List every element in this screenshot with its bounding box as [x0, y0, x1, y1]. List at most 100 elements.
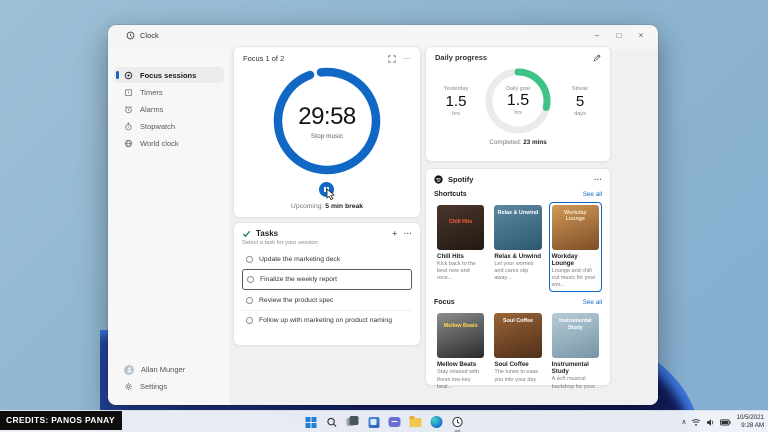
- user-account-item[interactable]: Allan Munger: [114, 361, 224, 378]
- wifi-icon: [691, 418, 701, 427]
- task-radio[interactable]: [246, 256, 253, 263]
- globe-icon: [124, 139, 133, 148]
- add-task-icon[interactable]: +: [392, 230, 397, 238]
- album-art: Relax & Unwind: [494, 205, 541, 250]
- edit-pencil-icon[interactable]: [593, 54, 601, 62]
- avatar: [124, 365, 134, 375]
- shortcuts-see-all-link[interactable]: See all: [583, 191, 602, 198]
- album-art: Soul Coffee: [494, 313, 541, 358]
- spotify-logo-icon: [434, 175, 443, 184]
- daily-goal-ring: Daily goal 1.5 hrs: [482, 65, 554, 137]
- gear-icon: [124, 382, 133, 391]
- app-title-label: Clock: [140, 31, 159, 40]
- stat-yesterday: Yesterday 1.5 hrs: [437, 86, 475, 117]
- task-view-icon[interactable]: [346, 415, 360, 429]
- mouse-cursor: [326, 188, 336, 200]
- spotify-more-icon[interactable]: ···: [594, 176, 602, 184]
- clock-app-window: Clock – □ × Focus sessions Timers: [108, 25, 658, 405]
- task-row[interactable]: Review the product spec: [242, 290, 412, 310]
- tray-clock[interactable]: 10/5/2021 9:28 AM: [736, 414, 764, 431]
- focus-timer-ring: 29:58 Stop music: [271, 65, 383, 177]
- sidebar-item-alarms[interactable]: Alarms: [114, 101, 224, 117]
- widgets-icon[interactable]: [367, 415, 381, 429]
- timer-icon: [124, 88, 133, 97]
- tray-date: 10/5/2021: [736, 414, 764, 422]
- minimize-button[interactable]: –: [586, 27, 608, 43]
- task-label: Update the marketing deck: [259, 256, 340, 263]
- credits-badge: CREDITS: PANOS PANAY: [0, 411, 122, 430]
- focus-session-card: Focus 1 of 2 ··· 29:58 Stop music: [233, 46, 421, 218]
- playlist-card-relax-unwind[interactable]: Relax & Unwind Relax & Unwind Let your w…: [491, 202, 544, 292]
- sidebar-item-label: Focus sessions: [140, 71, 196, 80]
- user-name-label: Allan Munger: [141, 365, 185, 374]
- playlist-card-workday-lounge-selected[interactable]: Workday Lounge Workday Lounge Lounge and…: [549, 202, 602, 292]
- sidebar-item-label: Stopwatch: [140, 122, 175, 131]
- completed-summary: Completed: 23 mins: [435, 139, 601, 146]
- task-radio[interactable]: [246, 317, 253, 324]
- expand-icon[interactable]: [388, 55, 396, 63]
- album-art: Chill Hits: [437, 205, 484, 250]
- album-art: Instrumental Study: [552, 313, 599, 358]
- focus-header-label: Focus 1 of 2: [243, 54, 284, 63]
- task-label: Follow up with marketing on product nami…: [259, 317, 392, 324]
- shortcuts-title: Shortcuts: [434, 191, 467, 198]
- task-label: Review the product spec: [259, 297, 333, 304]
- playlist-card-instrumental-study[interactable]: Instrumental Study Instrumental Study A …: [549, 310, 602, 393]
- volume-icon: [706, 418, 715, 427]
- close-button[interactable]: ×: [630, 27, 652, 43]
- tray-time-label: 9:28 AM: [736, 422, 764, 430]
- task-row[interactable]: Update the marketing deck: [242, 249, 412, 269]
- clock-taskbar-icon[interactable]: [451, 415, 465, 429]
- sidebar-item-timers[interactable]: Timers: [114, 84, 224, 100]
- upcoming-break: Upcoming: 5 min break: [234, 203, 420, 210]
- tasks-more-icon[interactable]: ···: [404, 230, 412, 238]
- file-explorer-icon[interactable]: [409, 415, 423, 429]
- sidebar: Focus sessions Timers Alarms Stopwatch W…: [108, 49, 230, 405]
- maximize-button[interactable]: □: [608, 27, 630, 43]
- spotify-title: Spotify: [448, 175, 473, 184]
- search-icon[interactable]: [325, 415, 339, 429]
- focus-see-all-link[interactable]: See all: [583, 299, 602, 306]
- more-options-icon[interactable]: ···: [403, 55, 411, 63]
- task-row-selected[interactable]: Finalize the weekly report: [242, 269, 412, 290]
- stop-music-label[interactable]: Stop music: [311, 133, 343, 140]
- stat-streak: Streak 5 days: [561, 86, 599, 117]
- stopwatch-icon: [124, 122, 133, 131]
- sidebar-item-label: Timers: [140, 88, 163, 97]
- sidebar-item-stopwatch[interactable]: Stopwatch: [114, 118, 224, 134]
- start-button[interactable]: [304, 415, 318, 429]
- tasks-check-icon: [242, 229, 251, 238]
- task-radio[interactable]: [247, 276, 254, 283]
- sidebar-item-focus-sessions[interactable]: Focus sessions: [114, 67, 224, 83]
- playlist-card-soul-coffee[interactable]: Soul Coffee Soul Coffee The tunes to eas…: [491, 310, 544, 393]
- tasks-subtitle: Select a task for your session: [242, 240, 412, 246]
- system-tray[interactable]: ∧ 10/5/2021 9:28 AM: [681, 411, 764, 432]
- chat-icon[interactable]: [388, 415, 402, 429]
- sidebar-item-label: Alarms: [140, 105, 163, 114]
- album-art: Mellow Beats: [437, 313, 484, 358]
- alarm-icon: [124, 105, 133, 114]
- sidebar-item-label: World clock: [140, 139, 179, 148]
- playlist-card-chill-hits[interactable]: Chill Hits Chill Hits Kick back to the b…: [434, 202, 487, 292]
- task-label: Finalize the weekly report: [260, 276, 337, 283]
- focus-icon: [124, 71, 133, 80]
- tasks-card: Tasks + ··· Select a task for your sessi…: [233, 222, 421, 346]
- playlist-card-mellow-beats[interactable]: Mellow Beats Mellow Beats Stay relaxed w…: [434, 310, 487, 393]
- task-radio[interactable]: [246, 297, 253, 304]
- focus-section-title: Focus: [434, 299, 455, 306]
- task-row[interactable]: Follow up with marketing on product nami…: [242, 310, 412, 330]
- timer-remaining: 29:58: [298, 103, 356, 131]
- album-art: Workday Lounge: [552, 205, 599, 250]
- sidebar-item-settings[interactable]: Settings: [114, 378, 224, 395]
- main-content: Focus 1 of 2 ··· 29:58 Stop music: [230, 49, 658, 405]
- daily-progress-title: Daily progress: [435, 53, 487, 62]
- daily-progress-card: Daily progress Yesterday 1.5 hrs: [425, 46, 611, 162]
- spotify-card: Spotify ··· Shortcuts See all Chill Hits…: [425, 168, 611, 386]
- sidebar-item-world-clock[interactable]: World clock: [114, 135, 224, 151]
- clock-app-icon: [126, 31, 135, 40]
- tray-chevron-icon[interactable]: ∧: [681, 418, 686, 426]
- edge-browser-icon[interactable]: [430, 415, 444, 429]
- desktop: Clock – □ × Focus sessions Timers: [0, 0, 768, 432]
- app-title: Clock: [126, 31, 159, 40]
- tasks-title: Tasks: [256, 229, 278, 238]
